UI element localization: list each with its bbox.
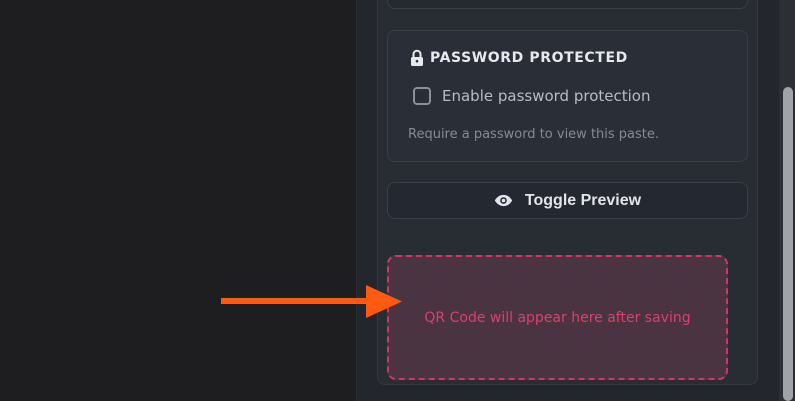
password-protection-card: PASSWORD PROTECTED Enable password prote… <box>387 30 748 162</box>
password-help-text: Require a password to view this paste. <box>408 127 660 142</box>
qr-code-placeholder-text: QR Code will appear here after saving <box>424 309 691 326</box>
toggle-preview-button[interactable]: Toggle Preview <box>387 182 748 219</box>
enable-password-label: Enable password protection <box>442 87 651 105</box>
lock-icon <box>410 49 424 67</box>
qr-code-placeholder: QR Code will appear here after saving <box>387 255 728 380</box>
eye-icon <box>494 194 513 207</box>
password-protection-title: PASSWORD PROTECTED <box>430 50 628 66</box>
toggle-preview-label: Toggle Preview <box>524 191 642 209</box>
enable-password-checkbox[interactable] <box>413 87 431 105</box>
vertical-scrollbar[interactable] <box>779 0 795 401</box>
page: PASSWORD PROTECTED Enable password prote… <box>0 0 795 401</box>
settings-column: PASSWORD PROTECTED Enable password prote… <box>356 0 795 401</box>
previous-section-card <box>387 0 748 9</box>
scrollbar-thumb[interactable] <box>783 87 793 401</box>
password-protection-toggle[interactable]: Enable password protection <box>413 87 650 105</box>
annotation-arrow-icon <box>221 285 402 318</box>
password-protection-header: PASSWORD PROTECTED <box>410 49 628 67</box>
